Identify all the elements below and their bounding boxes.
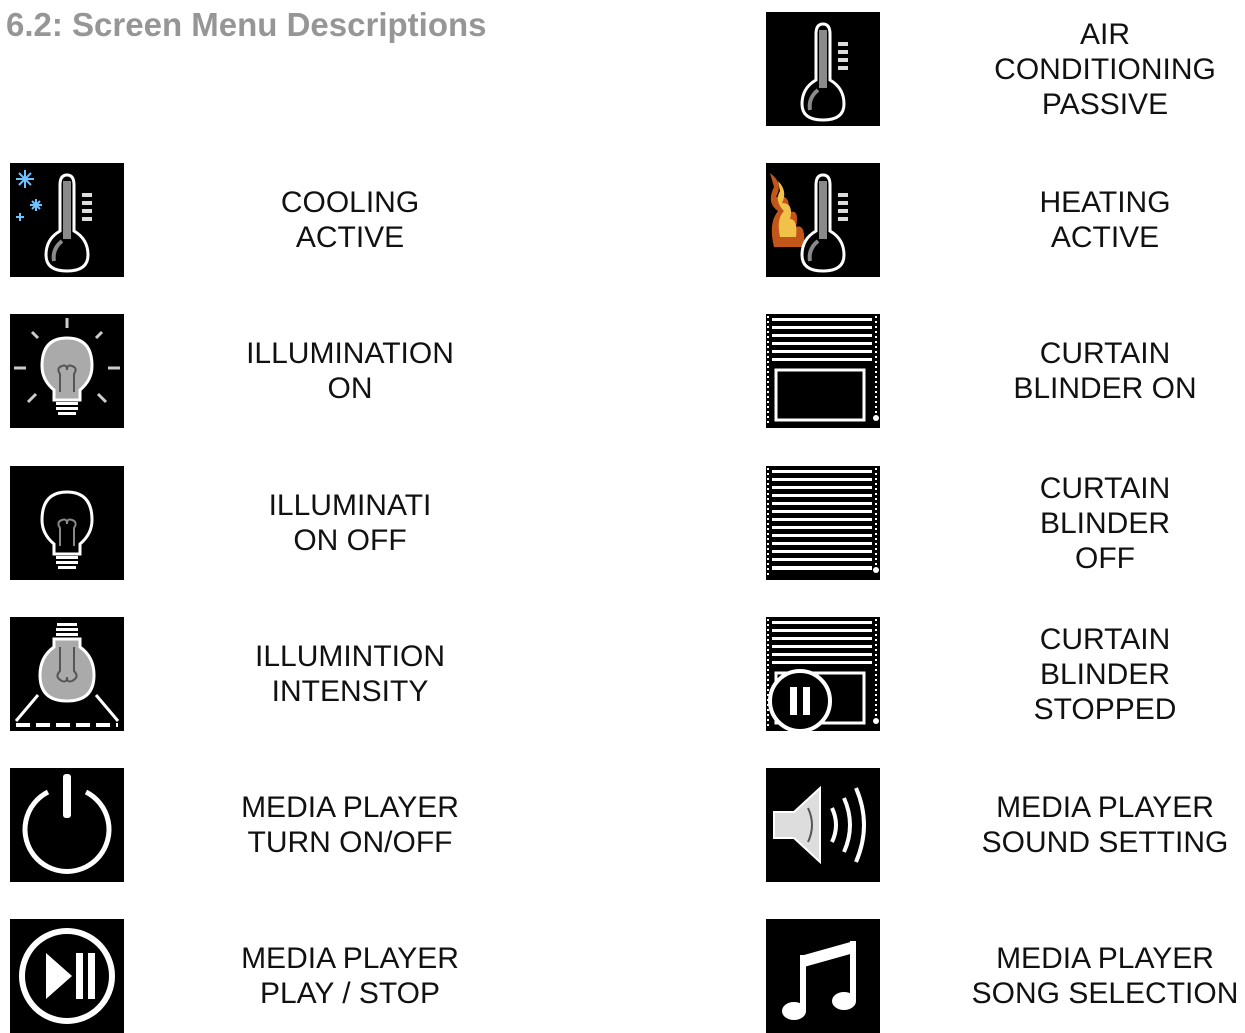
media-player-sound-setting-label: MEDIA PLAYER SOUND SETTING xyxy=(981,791,1229,859)
heating-active-label: HEATING ACTIVE xyxy=(1039,186,1171,254)
cooling-thermometer-icon xyxy=(10,163,124,277)
light-bulb-off-icon xyxy=(10,466,124,580)
curtain-blinder-stopped-label: CURTAIN BLINDER STOPPED xyxy=(1033,622,1177,726)
blinds-closed-icon xyxy=(766,466,880,580)
thermometer-icon xyxy=(766,12,880,126)
air-conditioning-passive-label: AIR CONDITIONING PASSIVE xyxy=(994,17,1216,121)
blinds-open-icon xyxy=(766,314,880,428)
heating-thermometer-icon xyxy=(766,163,880,277)
illumination-intensity-label: ILLUMINTION INTENSITY xyxy=(254,640,446,708)
play-pause-icon xyxy=(10,919,124,1033)
blinds-paused-icon xyxy=(766,617,880,731)
media-player-turn-on-off-label: MEDIA PLAYER TURN ON/OFF xyxy=(241,791,459,859)
curtain-blinder-off-label: CURTAIN BLINDER OFF xyxy=(1039,471,1171,575)
media-player-play-stop-label: MEDIA PLAYER PLAY / STOP xyxy=(241,942,459,1010)
music-note-icon xyxy=(766,919,880,1033)
curtain-blinder-on-label: CURTAIN BLINDER ON xyxy=(1013,337,1197,405)
light-intensity-icon xyxy=(10,617,124,731)
power-icon xyxy=(10,768,124,882)
cooling-active-label: COOLING ACTIVE xyxy=(280,186,420,254)
section-heading: 6.2: Screen Menu Descriptions xyxy=(6,6,487,43)
illumination-off-label: ILLUMINATI ON OFF xyxy=(268,489,432,557)
light-bulb-on-icon xyxy=(10,314,124,428)
illumination-on-label: ILLUMINATION ON xyxy=(246,337,454,405)
speaker-icon xyxy=(766,768,880,882)
media-player-song-selection-label: MEDIA PLAYER SONG SELECTION xyxy=(971,942,1239,1010)
